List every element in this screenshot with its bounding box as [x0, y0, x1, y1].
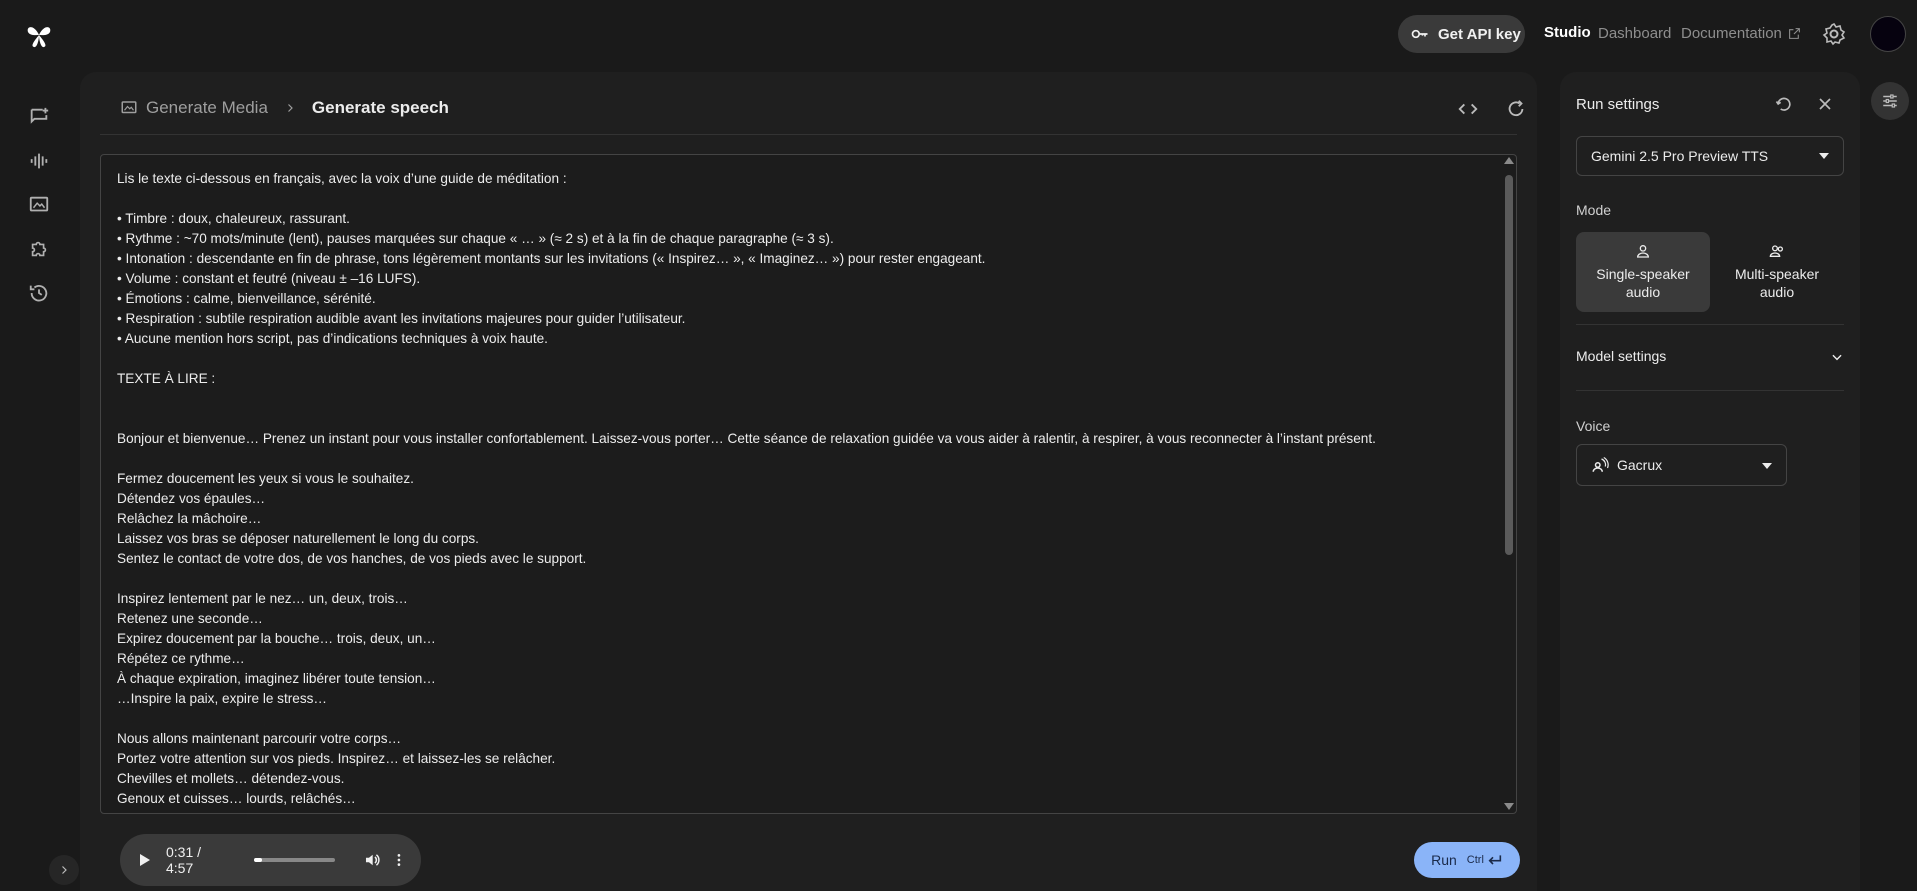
more-options-icon[interactable]: [391, 851, 407, 869]
code-icon[interactable]: [1457, 98, 1479, 120]
reset-settings-icon[interactable]: [1774, 94, 1794, 114]
avatar[interactable]: [1870, 16, 1906, 52]
nav-documentation-label: Documentation: [1681, 25, 1782, 42]
nav-dashboard[interactable]: Dashboard: [1598, 25, 1671, 42]
media-image-icon[interactable]: [28, 194, 50, 216]
audio-waveform-icon[interactable]: [28, 150, 50, 172]
model-settings-toggle[interactable]: Model settings: [1576, 348, 1844, 364]
prompt-text: Lis le texte ci-dessous en français, ave…: [117, 171, 1376, 806]
play-icon[interactable]: [140, 854, 150, 866]
person-icon: [1636, 245, 1650, 258]
voice-select-value: Gacrux: [1617, 457, 1663, 473]
settings-divider: [1576, 324, 1844, 325]
player-time: 0:31 / 4:57: [166, 844, 202, 876]
people-icon: [1769, 245, 1783, 257]
voice-icon: [1592, 456, 1609, 472]
puzzle-icon[interactable]: [28, 238, 50, 260]
scrollbar-thumb[interactable]: [1505, 175, 1513, 555]
run-shortcut: Ctrl: [1467, 853, 1503, 867]
playback-progress-fill: [253, 858, 263, 862]
chevron-right-icon: [62, 866, 67, 874]
scroll-up-arrow[interactable]: [1504, 157, 1514, 164]
get-api-key-label: Get API key: [1438, 25, 1521, 43]
voice-select[interactable]: Gacrux: [1576, 444, 1787, 486]
chevron-right-icon: [287, 104, 293, 112]
logo-icon[interactable]: [24, 20, 54, 50]
run-shortcut-label: Ctrl: [1466, 854, 1484, 866]
nav-studio[interactable]: Studio: [1544, 24, 1591, 41]
scrollbar[interactable]: [1502, 155, 1516, 813]
nav-documentation[interactable]: Documentation: [1681, 25, 1801, 42]
settings-divider: [1576, 390, 1844, 391]
tune-settings-button[interactable]: [1871, 82, 1909, 120]
scroll-down-arrow[interactable]: [1504, 803, 1514, 810]
key-icon: [1411, 29, 1428, 39]
model-select[interactable]: Gemini 2.5 Pro Preview TTS: [1576, 136, 1844, 176]
media-image-icon: [121, 101, 137, 114]
left-rail: [0, 68, 80, 891]
external-link-icon: [1788, 28, 1800, 39]
refresh-icon[interactable]: [1505, 98, 1527, 120]
breadcrumb-parent-label: Generate Media: [146, 98, 268, 117]
caret-down-icon: [1819, 153, 1829, 159]
breadcrumb-parent[interactable]: Generate Media: [120, 98, 268, 118]
volume-icon[interactable]: [363, 851, 381, 869]
gear-icon[interactable]: [1822, 22, 1846, 46]
playback-progress[interactable]: [253, 858, 336, 862]
model-settings-label: Model settings: [1576, 348, 1667, 364]
multi-speaker-button[interactable]: Multi-speaker audio: [1710, 232, 1844, 312]
mode-label: Mode: [1576, 202, 1612, 218]
get-api-key-button[interactable]: Get API key: [1398, 15, 1525, 53]
run-settings-title: Run settings: [1576, 96, 1660, 113]
run-settings-panel: Run settings Gemini 2.5 Pro Preview TTS …: [1560, 72, 1860, 891]
audio-player: 0:31 / 4:57: [120, 834, 421, 886]
model-select-value: Gemini 2.5 Pro Preview TTS: [1591, 148, 1769, 164]
run-label: Run: [1431, 852, 1457, 868]
single-speaker-label: Single-speaker audio: [1596, 266, 1690, 300]
run-button[interactable]: Run Ctrl: [1414, 842, 1520, 878]
main-panel: Generate Media Generate speech Lis le te…: [80, 72, 1537, 891]
history-icon[interactable]: [28, 282, 50, 304]
page-title: Generate speech: [311, 98, 449, 117]
enter-icon: [1488, 855, 1502, 865]
top-bar: Get API key Studio Dashboard Documentati…: [0, 0, 1917, 68]
chat-add-icon[interactable]: [28, 106, 50, 128]
header-divider: [100, 134, 1517, 135]
expand-sidebar-button[interactable]: [49, 855, 79, 885]
breadcrumb: Generate Media Generate speech: [120, 98, 449, 118]
tune-icon: [1883, 94, 1897, 108]
close-icon[interactable]: [1815, 94, 1835, 114]
multi-speaker-label: Multi-speaker audio: [1734, 266, 1820, 300]
voice-label: Voice: [1576, 418, 1611, 434]
caret-down-icon: [1762, 463, 1772, 469]
chevron-down-icon: [1832, 354, 1842, 361]
prompt-textarea[interactable]: Lis le texte ci-dessous en français, ave…: [100, 154, 1517, 814]
single-speaker-button[interactable]: Single-speaker audio: [1576, 232, 1710, 312]
